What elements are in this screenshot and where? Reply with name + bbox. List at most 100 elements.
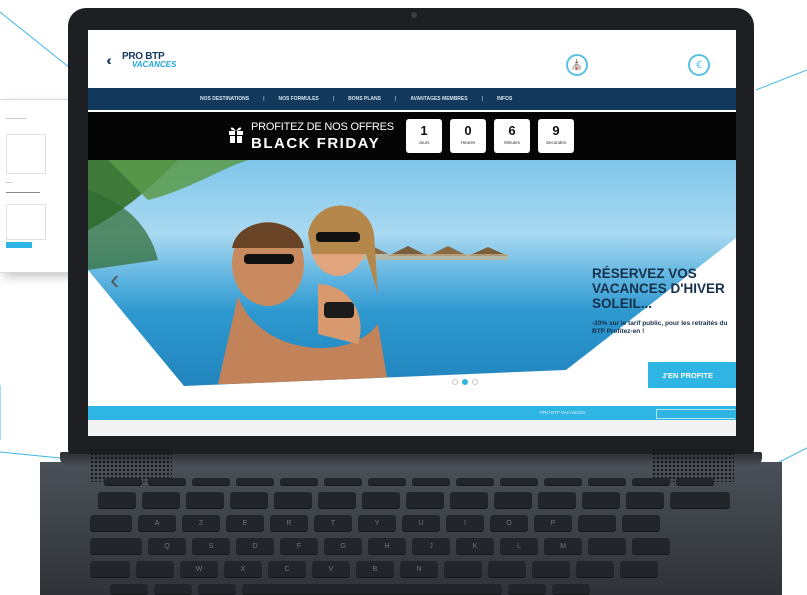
webcam	[411, 12, 417, 18]
keyboard-function-key[interactable]	[368, 478, 406, 486]
keyboard-number-key[interactable]	[98, 492, 136, 509]
keyboard-function-key[interactable]	[676, 478, 714, 486]
keyboard-number-key[interactable]	[186, 492, 224, 509]
nav-item-bons-plans[interactable]: BONS PLANS	[348, 96, 381, 102]
countdown-value: 1	[420, 123, 428, 138]
page-below-fold	[88, 420, 736, 436]
keyboard-letter-key[interactable]: N	[400, 561, 438, 578]
carousel-dots	[452, 379, 478, 385]
keyboard-letter-key[interactable]: S	[192, 538, 230, 555]
keyboard-letter-key[interactable]: C	[268, 561, 306, 578]
keyboard-number-key[interactable]	[274, 492, 312, 509]
keyboard-key[interactable]	[576, 561, 614, 578]
keyboard-letter-key[interactable]: J	[412, 538, 450, 555]
keyboard-number-key[interactable]	[406, 492, 444, 509]
nav-item-avantages[interactable]: AVANTAGES MEMBRES	[410, 96, 467, 102]
keyboard-letter-key[interactable]: H	[368, 538, 406, 555]
keyboard-letter-key[interactable]: X	[224, 561, 262, 578]
keyboard-key[interactable]	[632, 538, 670, 555]
keyboard-letter-key[interactable]: V	[312, 561, 350, 578]
keyboard-number-key[interactable]	[538, 492, 576, 509]
keyboard-tab-key[interactable]	[90, 515, 132, 532]
keyboard-function-key[interactable]	[632, 478, 670, 486]
keyboard-letter-key[interactable]: M	[544, 538, 582, 555]
keyboard-space-key[interactable]	[242, 584, 502, 595]
keyboard-number-key[interactable]	[626, 492, 664, 509]
keyboard: AZERTYUIOP QSDFGHJKLM WXCVBN	[90, 470, 740, 595]
hero-title: RÉSERVEZ VOS VACANCES D'HIVER SOLEIL...	[592, 266, 725, 311]
rental-icon[interactable]: ⛪	[566, 54, 588, 76]
keyboard-key[interactable]	[588, 538, 626, 555]
keyboard-key[interactable]	[578, 515, 616, 532]
keyboard-function-key[interactable]	[324, 478, 362, 486]
hero-cta-button[interactable]: J'EN PROFITE	[648, 362, 736, 388]
keyboard-letter-key[interactable]: L	[500, 538, 538, 555]
keyboard-letter-key[interactable]: Z	[182, 515, 220, 532]
keyboard-key[interactable]	[532, 561, 570, 578]
keyboard-function-key[interactable]	[412, 478, 450, 486]
carousel-prev-arrow[interactable]: ‹	[110, 264, 119, 296]
keyboard-function-key[interactable]	[280, 478, 318, 486]
bottom-bar-field[interactable]	[656, 409, 735, 419]
keyboard-function-key[interactable]	[456, 478, 494, 486]
keyboard-letter-key[interactable]: W	[180, 561, 218, 578]
keyboard-letter-key[interactable]: Q	[148, 538, 186, 555]
keyboard-function-key[interactable]	[192, 478, 230, 486]
carousel-dot[interactable]	[452, 379, 458, 385]
euro-icon[interactable]: €	[688, 54, 710, 76]
keyboard-key[interactable]	[488, 561, 526, 578]
keyboard-letter-key[interactable]: A	[138, 515, 176, 532]
black-friday-banner[interactable]: PROFITEZ DE NOS OFFRES BLACK FRIDAY 1 Jo…	[88, 112, 736, 160]
keyboard-function-key[interactable]	[236, 478, 274, 486]
keyboard-key[interactable]	[154, 584, 192, 595]
keyboard-key[interactable]	[620, 561, 658, 578]
nav-item-destinations[interactable]: NOS DESTINATIONS	[200, 96, 249, 102]
keyboard-letter-key[interactable]: G	[324, 538, 362, 555]
countdown-unit: Minutes	[504, 140, 520, 145]
keyboard-letter-key[interactable]: D	[236, 538, 274, 555]
nav-item-formules[interactable]: NOS FORMULES	[278, 96, 318, 102]
keyboard-number-key[interactable]	[142, 492, 180, 509]
keyboard-key[interactable]	[552, 584, 590, 595]
keyboard-letter-key[interactable]: K	[456, 538, 494, 555]
hero-carousel: ‹ RÉSERVEZ VOS VACANCES D'HIVER SOLEIL..…	[88, 160, 736, 406]
keyboard-function-key[interactable]	[500, 478, 538, 486]
keyboard-number-key[interactable]	[362, 492, 400, 509]
keyboard-key[interactable]	[198, 584, 236, 595]
keyboard-caps-key[interactable]	[90, 538, 142, 555]
keyboard-letter-key[interactable]: Y	[358, 515, 396, 532]
keyboard-letter-key[interactable]: F	[280, 538, 318, 555]
keyboard-number-key[interactable]	[230, 492, 268, 509]
keyboard-letter-key[interactable]: B	[356, 561, 394, 578]
card-submit-button[interactable]	[6, 242, 32, 248]
keyboard-letter-key[interactable]: E	[226, 515, 264, 532]
keyboard-key[interactable]	[444, 561, 482, 578]
keyboard-letter-key[interactable]: T	[314, 515, 352, 532]
keyboard-key[interactable]	[622, 515, 660, 532]
carousel-dot-active[interactable]	[462, 379, 468, 385]
keyboard-number-key[interactable]	[318, 492, 356, 509]
pro-btp-logo[interactable]: ‹‹‹ PRO BTP VACANCES	[104, 48, 194, 74]
keyboard-letter-key[interactable]: U	[402, 515, 440, 532]
keyboard-number-key[interactable]	[450, 492, 488, 509]
keyboard-key[interactable]	[136, 561, 174, 578]
keyboard-function-key[interactable]	[588, 478, 626, 486]
card-field	[6, 204, 46, 240]
gift-icon	[229, 127, 243, 143]
keyboard-letter-key[interactable]: R	[270, 515, 308, 532]
nav-item-infos[interactable]: INFOS	[497, 96, 512, 102]
couple-photo-image	[218, 205, 388, 384]
keyboard-number-key[interactable]	[582, 492, 620, 509]
keyboard-letter-key[interactable]: P	[534, 515, 572, 532]
keyboard-key[interactable]	[110, 584, 148, 595]
keyboard-function-key[interactable]	[544, 478, 582, 486]
carousel-dot[interactable]	[472, 379, 478, 385]
keyboard-shift-key[interactable]	[90, 561, 130, 578]
keyboard-key[interactable]	[508, 584, 546, 595]
keyboard-backspace-key[interactable]	[670, 492, 730, 509]
keyboard-function-key[interactable]	[104, 478, 142, 486]
keyboard-letter-key[interactable]: I	[446, 515, 484, 532]
keyboard-function-key[interactable]	[148, 478, 186, 486]
keyboard-letter-key[interactable]: O	[490, 515, 528, 532]
keyboard-number-key[interactable]	[494, 492, 532, 509]
